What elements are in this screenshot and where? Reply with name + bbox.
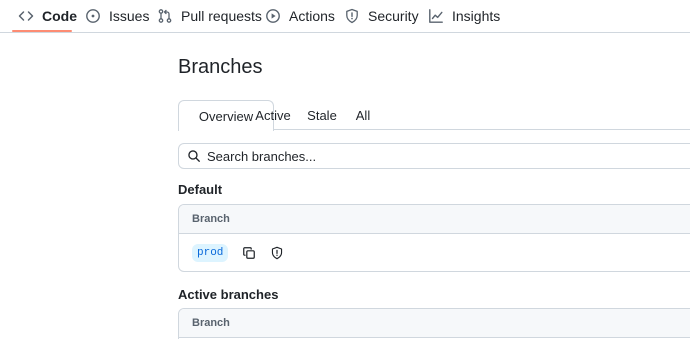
tab-active-label: Active [255,107,291,123]
nav-security-label: Security [368,8,419,24]
branch-name-link[interactable]: prod [192,244,229,262]
search-input[interactable] [207,148,607,164]
nav-issues[interactable]: Issues [85,0,149,32]
shield-icon [272,246,283,260]
nav-insights[interactable]: Insights [428,0,500,32]
tab-all-label: All [355,107,371,123]
repo-nav: Code Issues Pull requests Actions Securi… [0,0,690,33]
copy-button[interactable] [241,245,257,261]
nav-security[interactable]: Security [344,0,419,32]
tab-overview-label: Overview [198,108,254,124]
default-section-heading: Default [178,182,223,197]
graph-icon [429,9,443,23]
search-icon [188,150,200,162]
tab-stale-label: Stale [307,107,337,123]
tab-stale[interactable]: Stale [304,100,340,130]
copy-icon [243,247,256,259]
git-pull-request-icon [158,9,172,23]
issue-opened-icon [86,9,100,23]
branch-column-header: Branch [192,317,230,329]
table-row: prod [179,234,690,271]
table-header: Branch [179,205,690,234]
shield-icon [346,8,358,24]
nav-insights-label: Insights [452,8,501,24]
active-branch-table: Branch [178,308,690,339]
tab-active[interactable]: Active [249,100,297,130]
nav-pull-requests[interactable]: Pull requests [157,0,262,32]
active-section-heading: Active branches [178,287,279,302]
table-header: Branch [179,309,690,338]
default-branch-table: Branch prod [178,204,690,272]
nav-selected-underline [12,30,72,32]
nav-code[interactable]: Code [18,0,77,32]
code-icon [18,11,34,21]
nav-issues-label: Issues [109,8,150,24]
tabs-divider [274,129,690,130]
nav-code-label: Code [42,8,77,24]
nav-actions-label: Actions [289,8,335,24]
play-icon [266,9,280,23]
branch-protection-button[interactable] [269,245,285,261]
tab-all[interactable]: All [348,100,378,130]
page-title: Branches [178,56,263,78]
nav-actions[interactable]: Actions [265,0,335,32]
branch-column-header: Branch [192,213,230,225]
search-box[interactable] [178,143,690,169]
nav-pull-requests-label: Pull requests [181,8,262,24]
